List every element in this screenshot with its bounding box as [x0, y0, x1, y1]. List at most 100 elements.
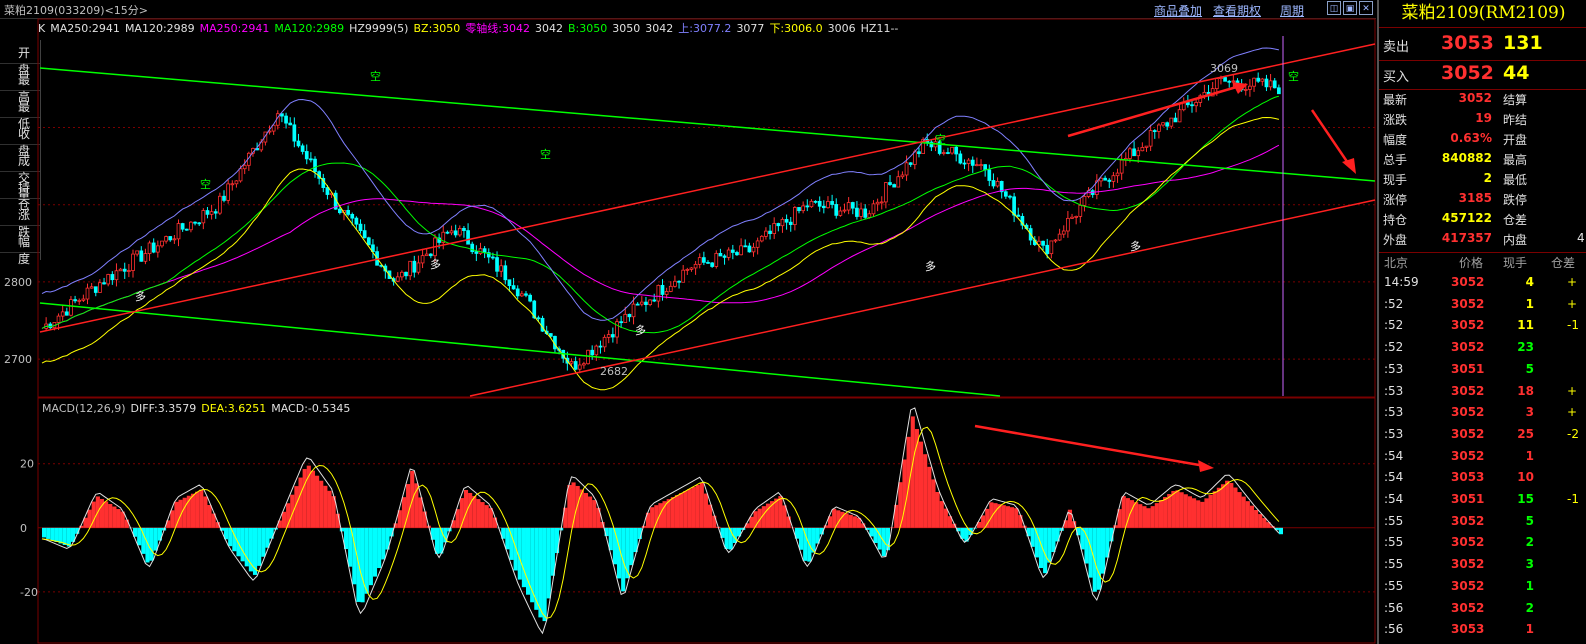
candle-body: [420, 255, 425, 264]
candle-body: [702, 257, 706, 263]
overlay-commodity-link[interactable]: 商品叠加: [1154, 2, 1202, 19]
bid-price[interactable]: 3052: [1441, 62, 1494, 84]
macd-histogram-bar: [476, 499, 481, 528]
view-options-link[interactable]: 查看期权: [1213, 2, 1261, 19]
candle-body: [164, 236, 168, 242]
macd-histogram-bar: [844, 513, 849, 528]
tick-row[interactable]: :53 3052 18 +: [1379, 384, 1586, 405]
close-icon[interactable]: ✕: [1359, 1, 1373, 15]
maximize-icon[interactable]: ▣: [1343, 1, 1357, 15]
tick-change: -2: [1567, 426, 1579, 441]
macd-histogram-bar: [377, 527, 382, 569]
macd-histogram-bar: [521, 527, 526, 588]
tick-row[interactable]: :54 3052 1: [1379, 449, 1586, 470]
candle-body: [1111, 175, 1116, 182]
tick-row[interactable]: :55 3052 3: [1379, 557, 1586, 578]
macd-histogram-bar: [319, 480, 324, 528]
tick-row[interactable]: :54 3053 10: [1379, 470, 1586, 491]
candle-body: [673, 280, 677, 287]
candle-body: [1231, 80, 1236, 83]
tick-row[interactable]: :53 3052 3 +: [1379, 405, 1586, 426]
macd-histogram-bar: [381, 527, 386, 560]
candle-body: [1186, 102, 1190, 106]
quote-key-2: 最低: [1503, 173, 1528, 187]
candle-body: [1260, 78, 1265, 82]
period-link[interactable]: 周期: [1280, 2, 1304, 19]
candle-body: [1169, 117, 1174, 127]
tick-price: 3053: [1451, 622, 1485, 637]
candle-body: [1008, 195, 1012, 198]
tick-row[interactable]: :52 3052 1 +: [1379, 297, 1586, 318]
macd-histogram-bar: [1051, 527, 1056, 553]
tick-change: -1: [1567, 318, 1579, 333]
macd-histogram-bar: [993, 503, 998, 528]
quote-row: 幅度 0.63% 开盘: [1379, 131, 1586, 151]
tick-row[interactable]: :55 3052 5: [1379, 514, 1586, 535]
candle-body: [536, 317, 541, 320]
macd-histogram-bar: [542, 527, 547, 622]
candle-body: [1003, 191, 1008, 197]
arrow-annotation: [1067, 84, 1241, 138]
macd-histogram-bar: [546, 527, 551, 599]
candle-body: [184, 228, 189, 231]
candle-body: [1049, 240, 1054, 255]
macd-histogram-bar: [54, 527, 59, 542]
macd-histogram-bar: [567, 485, 572, 528]
candle-body: [1099, 177, 1103, 182]
macd-histogram-bar: [104, 501, 109, 528]
bid-volume: 44: [1503, 62, 1530, 84]
quote-row: 现手 2 最低: [1379, 171, 1586, 191]
macd-histogram-bar: [1220, 484, 1226, 528]
macd-histogram-bar: [687, 489, 692, 528]
candle-body: [652, 299, 657, 302]
macd-histogram-bar: [42, 527, 47, 538]
macd-histogram-bar: [753, 511, 758, 528]
macd-histogram-bar: [1179, 492, 1184, 528]
candle-body: [755, 240, 760, 248]
candle-body: [821, 205, 826, 209]
candle-body: [127, 270, 131, 272]
macd-axis-label: -20: [20, 586, 38, 599]
ask-price[interactable]: 3053: [1441, 32, 1494, 54]
macd-histogram-bar: [629, 527, 634, 566]
tick-row[interactable]: :52 3052 11 -1: [1379, 318, 1586, 339]
candle-body: [681, 269, 686, 283]
candle-body: [644, 301, 648, 305]
candle-body: [139, 250, 144, 262]
quote-key: 最新: [1383, 93, 1408, 107]
tick-price: 3053: [1451, 470, 1485, 485]
macd-histogram-bar: [1262, 518, 1267, 528]
candle-body: [966, 159, 971, 164]
price-chart[interactable]: 2800270026823069空空空空空多多多多多200-20: [0, 18, 1376, 644]
tick-row[interactable]: :55 3052 1: [1379, 579, 1586, 600]
candle-body: [180, 223, 185, 230]
quote-value: 0.63%: [1450, 131, 1492, 145]
tick-row[interactable]: 14:59 3052 4 +: [1379, 275, 1586, 296]
tick-row[interactable]: :53 3051 5: [1379, 362, 1586, 383]
quote-value: 417357: [1441, 231, 1492, 245]
macd-histogram-bar: [1005, 506, 1010, 528]
signal-tag-short: 空: [540, 147, 551, 161]
tick-row[interactable]: :56 3053 1: [1379, 622, 1586, 643]
tick-price: 3052: [1451, 296, 1485, 311]
candle-body: [110, 274, 115, 281]
candle-body: [706, 261, 710, 264]
candle-body: [970, 159, 975, 166]
tick-price: 3052: [1451, 383, 1485, 398]
restore-icon[interactable]: ◫: [1327, 1, 1341, 15]
tick-row[interactable]: :53 3052 25 -2: [1379, 427, 1586, 448]
candle-body: [611, 334, 615, 338]
macd-histogram-bar: [848, 514, 853, 528]
macd-histogram-bar: [654, 505, 659, 528]
tick-time: :55: [1384, 535, 1404, 550]
macd-histogram-bar: [1047, 527, 1052, 563]
tick-row[interactable]: :56 3052 2: [1379, 601, 1586, 622]
tick-row[interactable]: :54 3051 15 -1: [1379, 492, 1586, 513]
quote-row: 最新 3052 结算: [1379, 91, 1586, 111]
price-panel-frame: [37, 18, 1376, 398]
quote-key: 幅度: [1383, 133, 1408, 147]
tick-row[interactable]: :55 3052 2: [1379, 535, 1586, 556]
macd-histogram-bar: [1001, 505, 1006, 528]
tick-row[interactable]: :52 3052 23: [1379, 340, 1586, 361]
candle-body: [1214, 78, 1219, 89]
